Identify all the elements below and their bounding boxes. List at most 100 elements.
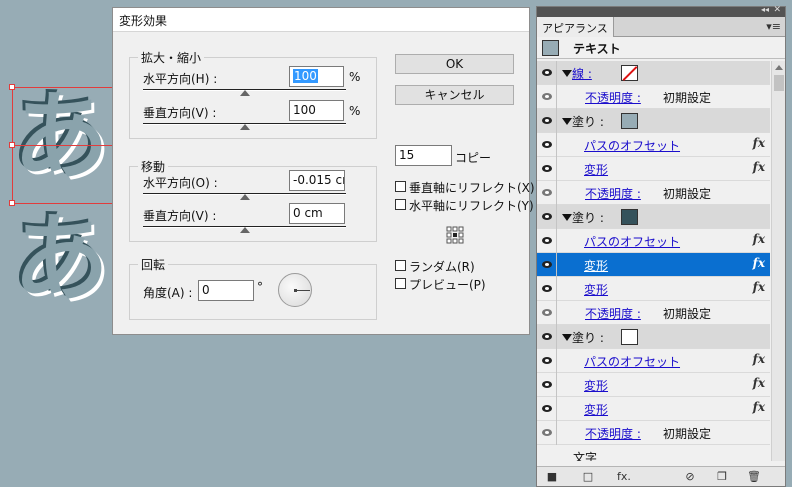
appearance-row-label[interactable]: 不透明度 : bbox=[585, 185, 641, 202]
resize-handle[interactable] bbox=[9, 142, 15, 148]
appearance-row-label[interactable]: 変形 bbox=[584, 161, 608, 178]
tab-appearance[interactable]: アピアランス bbox=[537, 17, 614, 37]
appearance-section-row[interactable]: 塗り : bbox=[537, 109, 770, 133]
appearance-section-row[interactable]: 線 : bbox=[537, 61, 770, 85]
appearance-row-label[interactable]: パスのオフセット bbox=[584, 233, 680, 250]
reflect-x-checkbox[interactable] bbox=[395, 181, 406, 192]
preview-checkbox[interactable] bbox=[395, 278, 406, 289]
appearance-row-label[interactable]: 変形 bbox=[584, 257, 608, 274]
random-label[interactable]: ランダム(R) bbox=[409, 258, 475, 275]
ok-button[interactable]: OK bbox=[395, 54, 514, 74]
disclosure-triangle-icon[interactable] bbox=[562, 214, 572, 221]
visibility-toggle[interactable] bbox=[537, 421, 557, 445]
scale-vertical-thumb[interactable] bbox=[240, 124, 250, 130]
appearance-attribute-row[interactable]: パスのオフセット fx bbox=[537, 133, 770, 157]
rotate-angle-dial[interactable] bbox=[278, 273, 312, 307]
appearance-row-label[interactable]: 不透明度 : bbox=[585, 89, 641, 106]
effect-fx-icon[interactable]: fx bbox=[753, 256, 765, 270]
appearance-section-row[interactable]: 塗り : bbox=[537, 205, 770, 229]
appearance-attribute-row[interactable]: 不透明度 : 初期設定 bbox=[537, 181, 770, 205]
effect-fx-icon[interactable]: fx bbox=[753, 352, 765, 366]
appearance-attribute-row[interactable]: 変形 fx bbox=[537, 157, 770, 181]
appearance-attribute-row[interactable]: 不透明度 : 初期設定 bbox=[537, 85, 770, 109]
reference-point-icon[interactable] bbox=[446, 226, 464, 244]
add-effect-icon[interactable]: fx. bbox=[617, 470, 631, 484]
resize-handle[interactable] bbox=[9, 200, 15, 206]
reflect-x-label[interactable]: 垂直軸にリフレクト(X) bbox=[409, 179, 535, 196]
effect-fx-icon[interactable]: fx bbox=[753, 280, 765, 294]
effect-fx-icon[interactable]: fx bbox=[753, 232, 765, 246]
visibility-toggle[interactable] bbox=[537, 205, 557, 229]
appearance-attribute-row[interactable]: パスのオフセット fx bbox=[537, 229, 770, 253]
visibility-toggle[interactable] bbox=[537, 181, 557, 205]
appearance-row-label[interactable]: 不透明度 : bbox=[585, 425, 641, 442]
appearance-attribute-row[interactable]: 変形 fx bbox=[537, 397, 770, 421]
appearance-attribute-row[interactable]: 変形 fx bbox=[537, 253, 770, 277]
copies-input[interactable]: 15 bbox=[395, 145, 452, 166]
disclosure-triangle-icon[interactable] bbox=[562, 70, 572, 77]
reflect-y-label[interactable]: 水平軸にリフレクト(Y) bbox=[409, 197, 534, 214]
new-stroke-icon[interactable]: □ bbox=[581, 470, 595, 484]
scroll-up-icon[interactable] bbox=[775, 65, 783, 70]
appearance-attribute-row[interactable]: 不透明度 : 初期設定 bbox=[537, 301, 770, 325]
visibility-toggle[interactable] bbox=[537, 253, 557, 277]
preview-label[interactable]: プレビュー(P) bbox=[409, 276, 486, 293]
effect-fx-icon[interactable]: fx bbox=[753, 400, 765, 414]
resize-handle[interactable] bbox=[9, 84, 15, 90]
rotate-angle-input[interactable]: 0 bbox=[198, 280, 254, 301]
visibility-toggle[interactable] bbox=[537, 61, 557, 85]
appearance-attribute-row[interactable]: 不透明度 : 初期設定 bbox=[537, 421, 770, 445]
visibility-toggle[interactable] bbox=[537, 277, 557, 301]
new-art-basic-icon[interactable]: ■ bbox=[545, 470, 559, 484]
appearance-row-label[interactable]: パスのオフセット bbox=[584, 353, 680, 370]
reflect-y-checkbox[interactable] bbox=[395, 199, 406, 210]
stroke-none-swatch[interactable] bbox=[621, 65, 638, 81]
visibility-toggle[interactable] bbox=[537, 133, 557, 157]
effect-fx-icon[interactable]: fx bbox=[753, 376, 765, 390]
duplicate-item-icon[interactable]: ❐ bbox=[715, 470, 729, 484]
scale-horizontal-input[interactable]: 100 bbox=[289, 66, 344, 87]
visibility-toggle[interactable] bbox=[537, 229, 557, 253]
disclosure-triangle-icon[interactable] bbox=[562, 334, 572, 341]
fill-color-swatch[interactable] bbox=[621, 113, 638, 129]
visibility-toggle[interactable] bbox=[537, 109, 557, 133]
move-vertical-input[interactable]: 0 cm bbox=[289, 203, 345, 224]
visibility-toggle[interactable] bbox=[537, 301, 557, 325]
random-checkbox[interactable] bbox=[395, 260, 406, 271]
appearance-attribute-row[interactable]: 文字 bbox=[537, 445, 770, 461]
panel-drag-bar[interactable]: ◂◂ ✕ bbox=[537, 5, 785, 17]
effect-fx-icon[interactable]: fx bbox=[753, 160, 765, 174]
cancel-button[interactable]: キャンセル bbox=[395, 85, 514, 105]
appearance-row-label[interactable]: 変形 bbox=[584, 401, 608, 418]
scale-horizontal-thumb[interactable] bbox=[240, 90, 250, 96]
close-panel-icon[interactable]: ✕ bbox=[773, 5, 781, 15]
text-glyph-fill[interactable]: あ bbox=[13, 89, 109, 185]
collapse-panel-icon[interactable]: ◂◂ bbox=[761, 5, 769, 14]
appearance-section-row[interactable]: 塗り : bbox=[537, 325, 770, 349]
effect-fx-icon[interactable]: fx bbox=[753, 136, 765, 150]
text-glyph-fill[interactable]: あ bbox=[13, 211, 109, 307]
disclosure-triangle-icon[interactable] bbox=[562, 118, 572, 125]
appearance-row-label[interactable]: 不透明度 : bbox=[585, 305, 641, 322]
visibility-toggle[interactable] bbox=[537, 373, 557, 397]
appearance-attribute-row[interactable]: 変形 fx bbox=[537, 373, 770, 397]
delete-item-icon[interactable]: 🗑 bbox=[747, 470, 761, 484]
panel-menu-icon[interactable]: ▾≡ bbox=[766, 20, 781, 33]
scroll-thumb[interactable] bbox=[774, 75, 784, 91]
appearance-row-label[interactable]: 変形 bbox=[584, 377, 608, 394]
fill-color-swatch[interactable] bbox=[621, 209, 638, 225]
clear-appearance-icon[interactable]: ⊘ bbox=[683, 470, 697, 484]
fill-color-swatch[interactable] bbox=[621, 329, 638, 345]
appearance-row-label[interactable]: パスのオフセット bbox=[584, 137, 680, 154]
visibility-toggle[interactable] bbox=[537, 85, 557, 109]
panel-scrollbar[interactable] bbox=[771, 61, 785, 461]
scale-vertical-input[interactable]: 100 bbox=[289, 100, 344, 121]
dialog-title[interactable]: 変形効果 bbox=[113, 8, 529, 32]
visibility-toggle[interactable] bbox=[537, 157, 557, 181]
visibility-toggle[interactable] bbox=[537, 349, 557, 373]
move-horizontal-thumb[interactable] bbox=[240, 194, 250, 200]
move-vertical-thumb[interactable] bbox=[240, 227, 250, 233]
visibility-toggle[interactable] bbox=[537, 397, 557, 421]
appearance-row-label[interactable]: 変形 bbox=[584, 281, 608, 298]
appearance-attribute-row[interactable]: パスのオフセット fx bbox=[537, 349, 770, 373]
